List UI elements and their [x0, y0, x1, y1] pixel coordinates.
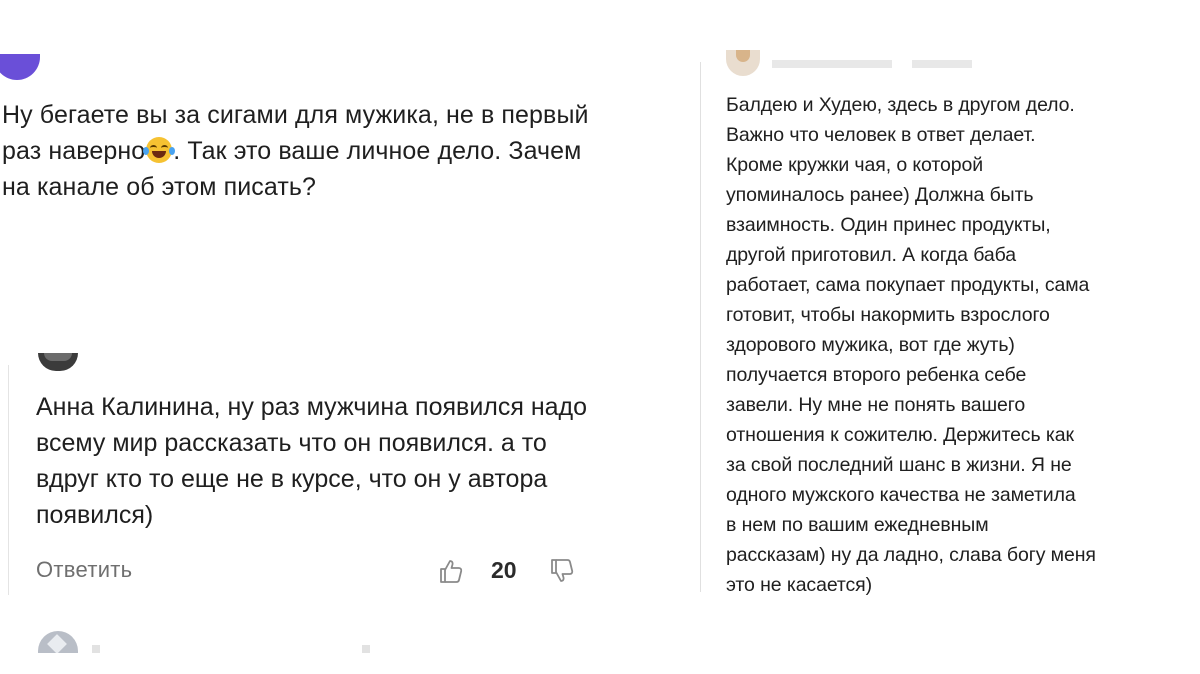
thumb-up-icon[interactable]	[437, 557, 465, 585]
laughing-tears-emoji-icon	[143, 137, 176, 163]
reply-comment: Анна Калинина, ну раз мужчина появился н…	[0, 345, 640, 674]
reply-button[interactable]: Ответить	[36, 557, 132, 583]
thread-line	[8, 365, 9, 595]
right-comment: Балдею и Худею, здесь в другом дело. Важ…	[700, 48, 1200, 608]
top-comment: Ну бегаете вы за сигами для мужика, не в…	[0, 0, 640, 330]
comment-text: Ну бегаете вы за сигами для мужика, не в…	[2, 97, 602, 205]
author-name-placeholder	[772, 60, 972, 68]
avatar[interactable]	[38, 353, 78, 371]
avatar[interactable]	[38, 631, 78, 653]
author-name-placeholder	[92, 645, 392, 653]
avatar[interactable]	[726, 50, 760, 76]
comment-actions: Ответить 20	[36, 551, 596, 591]
thread-line	[700, 62, 701, 592]
comment-text: Балдею и Худею, здесь в другом дело. Важ…	[726, 94, 1096, 596]
avatar[interactable]	[0, 54, 40, 80]
comment-text: Анна Калинина, ну раз мужчина появился н…	[36, 393, 588, 529]
thumb-down-icon[interactable]	[548, 557, 576, 585]
like-count: 20	[491, 557, 517, 583]
